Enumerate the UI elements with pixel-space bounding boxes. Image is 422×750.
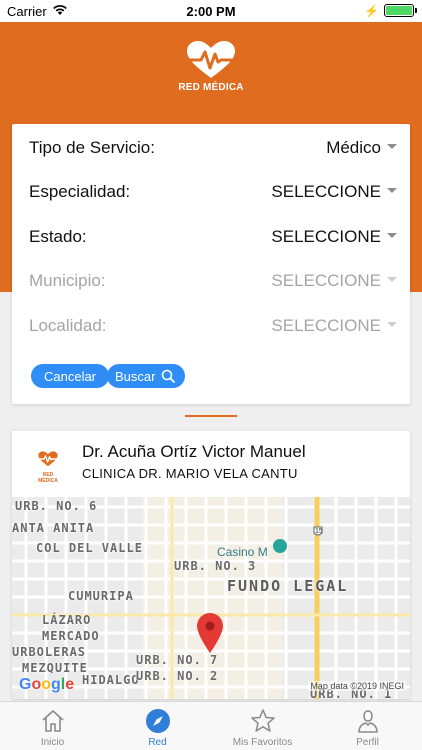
map-label: URBOLERAS	[12, 645, 87, 659]
map-label: URB. NO. 2	[136, 669, 219, 683]
search-icon	[162, 369, 176, 383]
status-bar: Carrier 2:00 PM ⚡	[0, 0, 422, 22]
tab-bar: Inicio Red Mis Favoritos Perfil	[0, 701, 422, 750]
chevron-down-icon	[387, 277, 397, 282]
compass-icon	[146, 709, 170, 733]
map-label: URB. NO. 7	[136, 653, 219, 667]
map-label: COL DEL VALLE	[36, 541, 143, 555]
location-map[interactable]: 15 URB. NO. 6 ANTA ANITA COL DEL VALLE U…	[12, 497, 410, 699]
map-poi-label: Casino M	[217, 545, 268, 559]
tab-label: Inicio	[40, 737, 65, 748]
state-label: Estado:	[29, 227, 87, 246]
doctor-name: Dr. Acuña Ortíz Victor Manuel	[82, 442, 306, 461]
clinic-name: CLINICA DR. MARIO VELA CANTU	[82, 466, 298, 481]
municipality-label: Municipio:	[29, 271, 106, 290]
section-divider	[185, 415, 237, 417]
heart-pulse-icon	[187, 41, 235, 78]
heart-pulse-icon	[38, 451, 58, 467]
google-logo: Google	[19, 676, 75, 693]
tab-red[interactable]: Red	[105, 702, 210, 750]
tab-label: Perfil	[356, 737, 379, 748]
app-logo: RED MÉDICA	[176, 40, 246, 100]
municipality-select: Municipio: SELECCIONE	[29, 265, 397, 295]
map-label: MEZQUITE	[22, 661, 88, 675]
state-value: SELECCIONE	[271, 227, 381, 246]
locality-value: SELECCIONE	[271, 316, 381, 335]
tab-label: Red	[148, 737, 167, 748]
specialty-select[interactable]: Especialidad: SELECCIONE	[29, 176, 397, 206]
service-type-label: Tipo de Servicio:	[29, 138, 155, 157]
clock: 2:00 PM	[186, 4, 236, 19]
search-button[interactable]: Buscar	[107, 364, 185, 388]
home-icon	[42, 710, 64, 732]
map-attribution: Map data ©2019 INEGI	[308, 681, 406, 691]
highway-shield-text: 15	[315, 528, 323, 535]
clinic-logo-brand: RED MÉDICA	[38, 472, 58, 484]
map-label: MERCADO	[42, 629, 100, 643]
tab-perfil[interactable]: Perfil	[315, 702, 420, 750]
map-label: URB. NO. 6	[15, 499, 98, 513]
map-label: FUNDO LEGAL	[227, 577, 349, 595]
specialty-value: SELECCIONE	[271, 182, 381, 201]
municipality-value: SELECCIONE	[271, 271, 381, 290]
service-type-value: Médico	[326, 138, 381, 157]
map-label: CUMURIPA	[68, 589, 134, 603]
cancel-button-label: Cancelar	[43, 369, 97, 384]
specialty-label: Especialidad:	[29, 182, 131, 201]
chevron-down-icon	[387, 322, 397, 327]
state-select[interactable]: Estado: SELECCIONE	[29, 221, 397, 251]
tab-favoritos[interactable]: Mis Favoritos	[210, 702, 315, 750]
result-card[interactable]: RED MÉDICA Dr. Acuña Ortíz Victor Manuel…	[12, 431, 410, 699]
chevron-down-icon	[387, 144, 397, 149]
charging-icon: ⚡	[364, 4, 379, 18]
battery-full-icon	[384, 4, 417, 17]
brand-name: RED MÉDICA	[178, 82, 244, 93]
search-button-label: Buscar	[115, 368, 156, 384]
star-icon	[251, 709, 275, 732]
chevron-down-icon	[387, 188, 397, 193]
service-type-select[interactable]: Tipo de Servicio: Médico	[29, 132, 397, 162]
clinic-logo: RED MÉDICA	[36, 451, 60, 484]
tab-inicio[interactable]: Inicio	[0, 702, 105, 750]
person-icon	[358, 710, 378, 733]
map-label: ANTA ANITA	[12, 521, 95, 535]
cancel-button[interactable]: Cancelar	[31, 364, 109, 388]
tab-label: Mis Favoritos	[232, 737, 293, 748]
locality-label: Localidad:	[29, 316, 107, 335]
search-form-card: Tipo de Servicio: Médico Especialidad: S…	[12, 124, 410, 404]
map-label: LÁZARO	[42, 613, 92, 627]
map-label: URB. NO. 3	[174, 559, 257, 573]
locality-select: Localidad: SELECCIONE	[29, 310, 397, 340]
map-label: HIDALGO	[82, 673, 140, 687]
chevron-down-icon	[387, 233, 397, 238]
